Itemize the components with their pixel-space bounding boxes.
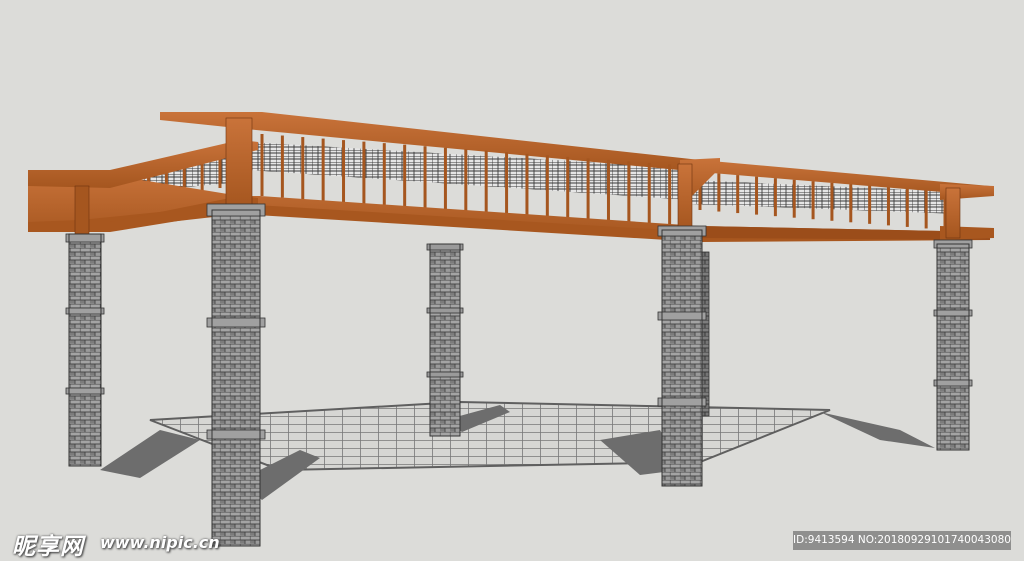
pergola-scene <box>28 112 994 547</box>
pillar-front-center-right <box>657 225 707 487</box>
pillar-front-right <box>933 239 973 451</box>
pillar-front-center-left <box>206 203 266 547</box>
pillar-front-left <box>65 233 105 467</box>
watermark-url: www.nipic.cn <box>100 533 220 552</box>
watermark-logo: 昵享网 <box>12 534 84 560</box>
image-id-badge: ID:9413594 NO:20180929101740043080 <box>793 531 1011 550</box>
pillar-back-center <box>426 243 464 437</box>
